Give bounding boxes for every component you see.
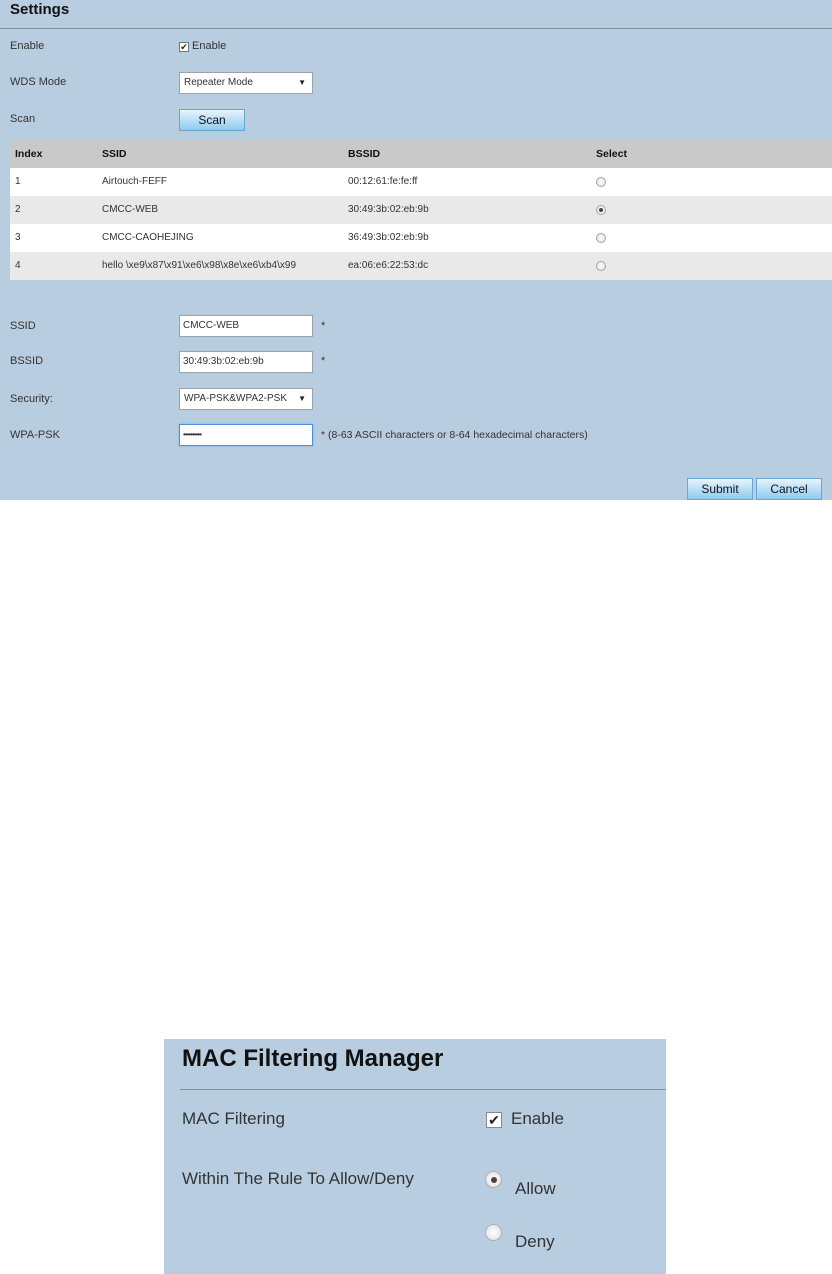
- security-label: Security:: [10, 393, 53, 405]
- mac-enable-checkbox[interactable]: ✔: [486, 1112, 502, 1128]
- security-value: WPA-PSK&WPA2-PSK: [184, 393, 287, 404]
- table-row[interactable]: 2 CMCC-WEB 30:49:3b:02:eb:9b: [10, 196, 832, 224]
- settings-panel: Settings Enable ✔ Enable WDS Mode Repeate…: [0, 0, 832, 500]
- wpa-psk-label: WPA-PSK: [10, 429, 60, 441]
- row-bssid: 36:49:3b:02:eb:9b: [348, 232, 429, 243]
- title-divider: [0, 28, 832, 29]
- dropdown-arrow-icon: ▼: [298, 394, 306, 403]
- row-select-radio[interactable]: [596, 177, 606, 187]
- enable-checkbox[interactable]: ✔: [179, 42, 189, 52]
- cancel-button[interactable]: Cancel: [756, 478, 822, 500]
- security-select[interactable]: WPA-PSK&WPA2-PSK ▼: [179, 388, 313, 410]
- table-row[interactable]: 1 Airtouch-FEFF 00:12:61:fe:fe:ff: [10, 168, 832, 196]
- allow-radio[interactable]: [485, 1171, 502, 1188]
- mac-filtering-panel: MAC Filtering Manager MAC Filtering ✔ En…: [164, 1039, 666, 1274]
- row-index: 4: [15, 260, 21, 271]
- row-index: 3: [15, 232, 21, 243]
- ssid-label: SSID: [10, 320, 36, 332]
- table-row[interactable]: 3 CMCC-CAOHEJING 36:49:3b:02:eb:9b: [10, 224, 832, 252]
- row-ssid: Airtouch-FEFF: [102, 176, 168, 187]
- bssid-required-mark: *: [321, 355, 326, 367]
- row-select-radio[interactable]: [596, 261, 606, 271]
- bssid-input[interactable]: 30:49:3b:02:eb:9b: [179, 351, 313, 373]
- wds-mode-select[interactable]: Repeater Mode ▼: [179, 72, 313, 94]
- header-ssid: SSID: [102, 148, 127, 160]
- enable-checkbox-group[interactable]: ✔ Enable: [179, 40, 226, 52]
- wds-mode-label: WDS Mode: [10, 76, 67, 88]
- row-bssid: 30:49:3b:02:eb:9b: [348, 204, 429, 215]
- allow-label: Allow: [515, 1179, 556, 1198]
- row-select-radio[interactable]: [596, 205, 606, 215]
- wds-mode-value: Repeater Mode: [184, 77, 253, 88]
- row-ssid: CMCC-WEB: [102, 204, 159, 215]
- mac-filtering-title: MAC Filtering Manager: [182, 1045, 444, 1072]
- ssid-input[interactable]: CMCC-WEB: [179, 315, 313, 337]
- ssid-required-mark: *: [321, 320, 326, 332]
- header-bssid: BSSID: [348, 148, 381, 160]
- rule-label: Within The Rule To Allow/Deny: [182, 1169, 414, 1188]
- mac-title-divider: [180, 1089, 666, 1090]
- deny-radio[interactable]: [485, 1224, 502, 1241]
- header-index: Index: [15, 148, 43, 160]
- row-select-radio[interactable]: [596, 233, 606, 243]
- mac-enable-label: Enable: [511, 1109, 564, 1128]
- mac-filtering-label: MAC Filtering: [182, 1109, 285, 1128]
- page-title: Settings: [10, 1, 70, 18]
- row-ssid: CMCC-CAOHEJING: [102, 232, 194, 243]
- dropdown-arrow-icon: ▼: [298, 78, 306, 87]
- header-select: Select: [596, 148, 627, 160]
- submit-button[interactable]: Submit: [687, 478, 753, 500]
- row-bssid: 00:12:61:fe:fe:ff: [348, 176, 418, 187]
- scan-label: Scan: [10, 113, 36, 125]
- bssid-label: BSSID: [10, 355, 44, 367]
- wpa-psk-hint: * (8-63 ASCII characters or 8-64 hexadec…: [321, 429, 588, 441]
- row-bssid: ea:06:e6:22:53:dc: [348, 260, 429, 271]
- table-header-row: Index SSID BSSID Select: [10, 140, 832, 168]
- wpa-psk-input[interactable]: ••••••••••: [179, 424, 313, 446]
- deny-label: Deny: [515, 1232, 555, 1251]
- row-ssid: hello \xe9\x87\x91\xe6\x98\x8e\xe6\xb4\x…: [102, 260, 297, 271]
- enable-label: Enable: [10, 40, 45, 52]
- enable-checkbox-label: Enable: [192, 40, 227, 52]
- scan-button[interactable]: Scan: [179, 109, 245, 131]
- row-index: 1: [15, 176, 21, 187]
- row-index: 2: [15, 204, 21, 215]
- table-row[interactable]: 4 hello \xe9\x87\x91\xe6\x98\x8e\xe6\xb4…: [10, 252, 832, 280]
